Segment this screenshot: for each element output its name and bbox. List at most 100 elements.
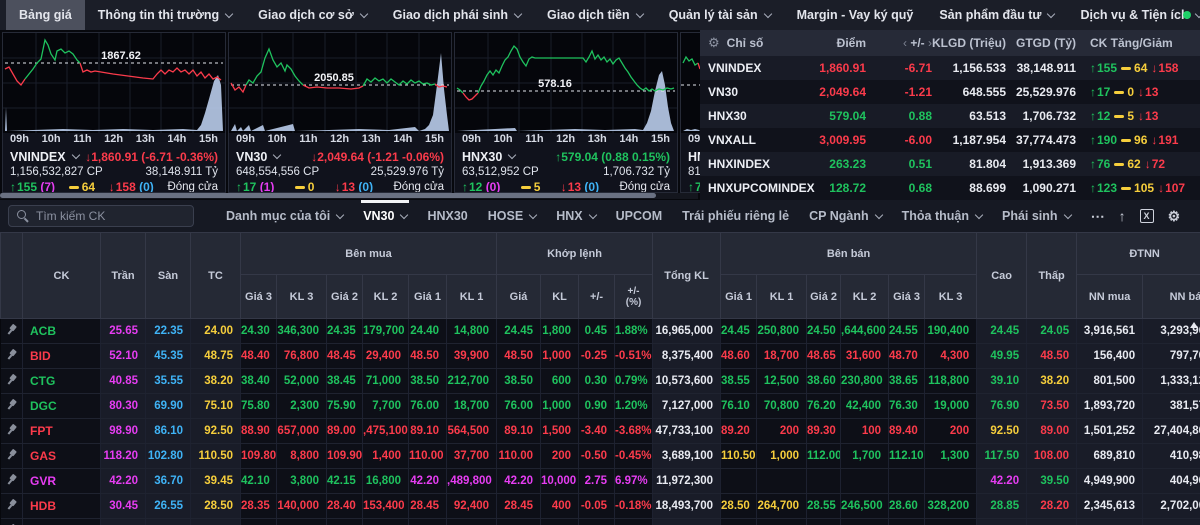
bid-volume-1[interactable]: 92,400 [446, 493, 498, 519]
ask-price-2[interactable]: 89.30 [806, 418, 842, 444]
bid-price-2[interactable]: 42.15 [326, 468, 363, 494]
tab-th-a-thu-n[interactable]: Thỏa thuận [892, 200, 992, 232]
ticker-cell[interactable]: BID [22, 343, 101, 369]
settings-icon[interactable]: ⚙ [1168, 209, 1181, 223]
col-chg[interactable]: +/- [578, 274, 616, 319]
top-nav-item[interactable]: Giao dịch tiền [534, 0, 656, 30]
charts-horizontal-scrollbar[interactable] [0, 193, 698, 199]
bid-price-3[interactable]: 48.40 [240, 343, 277, 369]
bid-volume-3[interactable]: 2,300 [276, 393, 327, 419]
ask-volume-1[interactable]: 70,800 [756, 393, 808, 419]
top-nav-item[interactable]: Quản lý tài sản [656, 0, 784, 30]
col-kl-khop[interactable]: KL [540, 274, 580, 319]
ask-price-3[interactable]: 28.60 [888, 493, 926, 519]
bid-price-2[interactable]: 75.90 [326, 393, 363, 419]
bid-volume-2[interactable]: 16,800 [362, 468, 409, 494]
ask-price-3[interactable]: 29.40 [888, 518, 926, 525]
bid-price-2[interactable]: 24.35 [326, 318, 363, 344]
bid-volume-1[interactable]: 208,200 [446, 518, 498, 525]
top-nav-item[interactable]: Giao dịch phái sinh [380, 0, 534, 30]
bid-volume-2[interactable]: 179,700 [362, 318, 409, 344]
col-thap[interactable]: Thấp [1026, 232, 1078, 319]
stock-row-hpg[interactable]: HPG 30.25 26.35 28.3029.15260,40029.2042… [0, 518, 1200, 525]
ask-volume-3[interactable] [924, 468, 978, 494]
ask-price-3[interactable] [888, 468, 926, 494]
ask-price-3[interactable]: 38.65 [888, 368, 926, 394]
ticker-cell[interactable]: FPT [22, 418, 101, 444]
ask-price-3[interactable]: 76.30 [888, 393, 926, 419]
ask-price-1[interactable]: 76.10 [720, 393, 758, 419]
pin-icon[interactable] [4, 397, 19, 412]
ask-volume-3[interactable]: 911,000 [924, 518, 978, 525]
bid-price-1[interactable]: 48.50 [408, 343, 447, 369]
bid-volume-1[interactable]: ,489,800 [446, 468, 498, 494]
bid-price-2[interactable]: 29.20 [326, 518, 363, 525]
ask-price-1[interactable]: 28.50 [720, 493, 758, 519]
ask-volume-2[interactable]: ,644,600 [840, 318, 890, 344]
ticker-cell[interactable]: DGC [22, 393, 101, 419]
ask-price-1[interactable]: 89.20 [720, 418, 758, 444]
bid-volume-1[interactable]: 564,500 [446, 418, 498, 444]
stock-row-hdb[interactable]: HDB 30.45 26.55 28.50 28.35 140,000 28.40 15… [0, 493, 1200, 519]
bid-volume-2[interactable]: 1,400 [362, 443, 409, 469]
pin-icon[interactable] [4, 472, 19, 487]
ask-price-2[interactable]: 112.00 [806, 443, 842, 469]
ask-price-2[interactable]: 48.65 [806, 343, 842, 369]
ask-volume-2[interactable]: 230,800 [840, 368, 890, 394]
ask-volume-2[interactable]: 1,700 [840, 443, 890, 469]
bid-volume-2[interactable]: 420,500 [362, 518, 409, 525]
bid-volume-2[interactable]: 71,000 [362, 368, 409, 394]
ask-price-1[interactable]: 29.30 [720, 518, 758, 525]
stock-row-gvr[interactable]: GVR 42.20 36.70 39.45 42.10 3,800 42.15 16,8… [0, 468, 1200, 494]
ask-price-3[interactable]: 24.55 [888, 318, 926, 344]
matched-price[interactable]: 42.20 [496, 468, 542, 494]
col-b-kl2[interactable]: KL 2 [840, 274, 890, 319]
matched-price[interactable]: 110.00 [496, 443, 542, 469]
bid-volume-1[interactable]: 14,800 [446, 318, 498, 344]
tab-upcom[interactable]: UPCOM [606, 200, 673, 232]
search-input[interactable] [36, 209, 186, 223]
tab-ph-i-sinh[interactable]: Phái sinh [992, 200, 1081, 232]
col-chg-pct[interactable]: +/- (%) [614, 274, 654, 319]
col-b-gia3[interactable]: Giá 3 [888, 274, 926, 319]
bid-price-3[interactable]: 28.35 [240, 493, 277, 519]
matched-price[interactable]: 89.10 [496, 418, 542, 444]
index-panel-partial[interactable]: 09h HNXI 81,80 ↑ 76 [680, 32, 700, 193]
bid-price-1[interactable]: 24.40 [408, 318, 447, 344]
col-kl3[interactable]: KL 3 [276, 274, 327, 319]
ask-volume-3[interactable]: 19,000 [924, 393, 978, 419]
col-ck[interactable]: CK [22, 232, 101, 319]
stock-row-acb[interactable]: ACB 25.65 22.35 24.00 24.30 346,300 24.35 17… [0, 318, 1200, 344]
ask-volume-1[interactable] [756, 468, 808, 494]
bid-price-3[interactable]: 75.80 [240, 393, 277, 419]
ask-volume-2[interactable]: 100 [840, 418, 890, 444]
ask-volume-3[interactable]: 190,400 [924, 318, 978, 344]
ask-volume-1[interactable]: 12,500 [756, 368, 808, 394]
ask-price-2[interactable]: 29.35 [806, 518, 842, 525]
ask-price-3[interactable]: 112.10 [888, 443, 926, 469]
pin-icon[interactable] [4, 497, 19, 512]
bid-price-1[interactable]: 29.25 [408, 518, 447, 525]
index-row-vnindex[interactable]: VNINDEX 1,860.91 -6.71 1,156.533 38,148.… [700, 56, 1200, 80]
ask-price-1[interactable] [720, 468, 758, 494]
matched-price[interactable]: 48.50 [496, 343, 542, 369]
ask-price-2[interactable]: 38.60 [806, 368, 842, 394]
bid-volume-2[interactable]: ,475,100 [362, 418, 409, 444]
bid-price-2[interactable]: 48.45 [326, 343, 363, 369]
bid-volume-2[interactable]: 29,400 [362, 343, 409, 369]
index-row-hnxindex[interactable]: HNXINDEX 263.23 0.51 81.804 1,913.369 ↑ … [700, 152, 1200, 176]
bid-price-1[interactable]: 110.00 [408, 443, 447, 469]
top-nav-item[interactable]: Margin - Vay ký quỹ [784, 0, 927, 30]
col-b-gia1[interactable]: Giá 1 [720, 274, 758, 319]
ask-volume-2[interactable]: 727,200 [840, 518, 890, 525]
ticker-cell[interactable]: HDB [22, 493, 101, 519]
index-panel-vnindex[interactable]: 1867.62 09h 10h 11h 12h 13h 14h 15h VNINDEX ↓1… [2, 32, 226, 193]
col-nn-mua[interactable]: NN mua [1076, 274, 1144, 319]
ask-price-1[interactable]: 24.45 [720, 318, 758, 344]
col-tran[interactable]: Trần [100, 232, 146, 319]
matched-price[interactable]: 76.00 [496, 393, 542, 419]
scrollbar-thumb[interactable] [0, 193, 656, 198]
index-row-vnxall[interactable]: VNXALL 3,009.95 -6.00 1,187.954 37,774.4… [700, 128, 1200, 152]
col-nn-ban[interactable]: NN bán [1142, 274, 1200, 319]
index-name[interactable]: VNINDEX [10, 150, 80, 164]
